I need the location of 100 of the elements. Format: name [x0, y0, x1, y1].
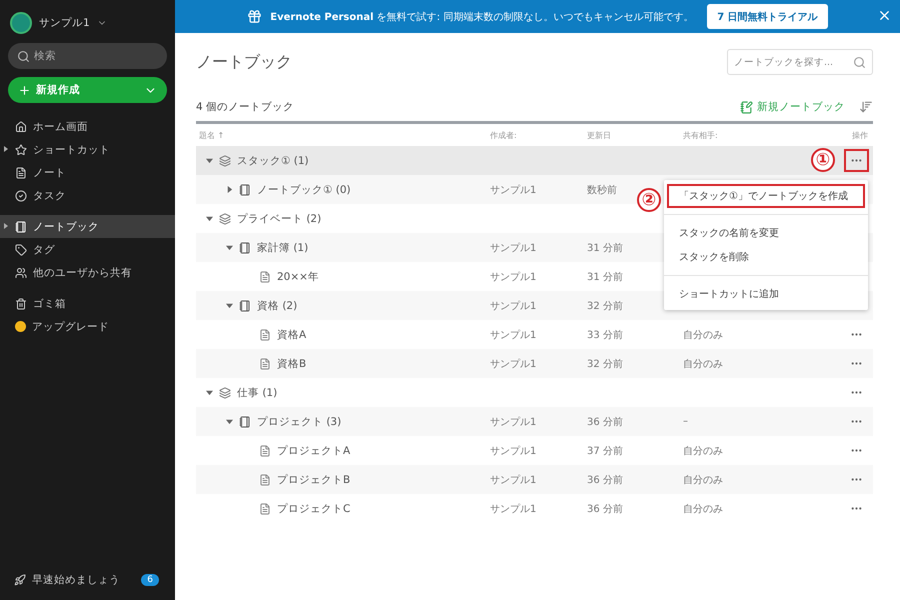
table-cell-text: 自分のみ [683, 358, 724, 370]
rocket-icon [14, 574, 26, 586]
note-icon [259, 474, 271, 486]
sidebar-item[interactable]: タグ [0, 238, 175, 261]
table-cell-text: サンプル1 [490, 474, 538, 486]
table-cell-text: 36 分前 [587, 416, 624, 428]
check-circle-icon [15, 190, 27, 202]
row-title: プロジェクト (3) [257, 414, 342, 428]
notebook-search-field[interactable]: ノートブックを探す... [727, 49, 873, 75]
row-title: 家計簿 (1) [257, 240, 308, 254]
table-cell-text: サンプル1 [490, 300, 538, 312]
trash-icon [15, 298, 27, 310]
caret-down-icon[interactable] [206, 157, 213, 164]
table-cell-text: サンプル1 [490, 416, 538, 428]
row-title: 資格A [277, 328, 306, 342]
row-title: プロジェクトA [277, 444, 350, 458]
table-cell-text: 31 分前 [587, 242, 624, 254]
stack-icon [219, 154, 231, 166]
caret-down-icon[interactable] [206, 215, 213, 222]
sidebar-item[interactable]: タスク [0, 184, 175, 207]
row-title: 資格 (2) [257, 298, 298, 312]
notebook-icon [239, 416, 251, 428]
note-icon [259, 502, 271, 514]
notebook-icon [239, 242, 251, 254]
table-row[interactable]: プロジェクトB サンプル1 36 分前 自分のみ [196, 465, 873, 494]
row-title: プロジェクトC [277, 502, 350, 516]
row-title: プライベート (2) [237, 212, 322, 226]
caret-down-icon[interactable] [226, 418, 233, 425]
table-cell-text: 自分のみ [683, 474, 724, 486]
tag-icon [15, 244, 27, 256]
table-cell-text: サンプル1 [490, 358, 538, 370]
plus-icon [18, 84, 31, 96]
note-icon [259, 444, 271, 456]
table-cell-text: サンプル1 [490, 444, 538, 458]
account-name[interactable]: サンプル1 [39, 16, 90, 30]
get-started-item[interactable]: 早速始めましょう 6 [8, 568, 167, 592]
note-icon [15, 166, 27, 178]
sort-icon [859, 100, 873, 114]
table-row[interactable]: 資格B サンプル1 32 分前 自分のみ [196, 349, 873, 378]
table-cell-text: サンプル1 [490, 270, 538, 284]
trial-button[interactable]: 7 日間無料トライアル [707, 4, 828, 29]
more-button[interactable] [844, 149, 869, 172]
search-icon [17, 50, 30, 62]
table-cell-text: 36 分前 [587, 502, 624, 516]
sidebar-item[interactable]: ホーム画面 [0, 115, 175, 138]
row-title: 資格B [277, 356, 306, 370]
notebook-count: 4 個のノートブック [196, 100, 294, 114]
coin-icon [15, 321, 26, 332]
row-title: プロジェクトB [277, 472, 350, 486]
notebook-icon [239, 184, 251, 196]
notebook-icon [239, 300, 251, 312]
account-avatar[interactable] [10, 12, 32, 34]
row-title: スタック① (1) [237, 154, 309, 168]
caret-right-icon[interactable] [4, 223, 8, 229]
table-cell-text: サンプル1 [490, 184, 538, 196]
table-cell-text: 36 分前 [587, 474, 624, 486]
sidebar-item[interactable]: ゴミ箱 [0, 292, 175, 315]
row-title: 20××年 [277, 270, 319, 284]
sidebar-item[interactable]: ショートカット [0, 138, 175, 161]
star-icon [15, 144, 27, 156]
notebook-icon [15, 220, 27, 232]
table-row[interactable]: プロジェクト (3) サンプル1 36 分前 – [196, 407, 873, 436]
close-icon [877, 8, 892, 23]
sidebar-item[interactable]: アップグレード [0, 315, 175, 338]
table-cell-text: – [683, 416, 689, 427]
notebook-pen-icon [740, 100, 753, 114]
note-icon [259, 328, 271, 340]
caret-right-icon[interactable] [4, 146, 8, 152]
table-cell-text: サンプル1 [490, 328, 538, 342]
table-cell-text: 自分のみ [683, 502, 724, 516]
banner-text: Evernote Personal を無料で試す: 同期端末数の制限なし。いつでもキャンセル可能です。 [270, 10, 694, 24]
gift-icon [247, 9, 262, 24]
search-icon [853, 56, 866, 68]
people-icon [15, 266, 27, 278]
row-title: 仕事 (1) [237, 386, 278, 400]
sort-button[interactable] [859, 100, 873, 114]
sidebar-item[interactable]: 他のユーザから共有 [0, 261, 175, 284]
table-cell-text: サンプル1 [490, 502, 538, 516]
table-cell-text: 自分のみ [683, 328, 724, 342]
caret-down-icon[interactable] [226, 302, 233, 309]
search-field[interactable]: 検索 [8, 43, 167, 69]
table-cell-text: サンプル1 [490, 242, 538, 254]
sidebar-item[interactable]: ノートブック [0, 215, 175, 238]
row-title: ノートブック① (0) [257, 182, 351, 196]
sidebar-item[interactable]: ノート [0, 161, 175, 184]
table-cell-text: 37 分前 [587, 444, 624, 458]
note-icon [259, 270, 271, 282]
stack-icon [219, 386, 231, 398]
table-cell-text: 32 分前 [587, 300, 624, 312]
home-icon [15, 120, 27, 132]
table-cell-text: 33 分前 [587, 328, 624, 342]
caret-right-icon[interactable] [226, 186, 233, 193]
caret-down-icon[interactable] [206, 389, 213, 396]
caret-down-icon[interactable] [226, 244, 233, 251]
close-button[interactable] [877, 8, 892, 23]
stack-icon [219, 212, 231, 224]
table-cell-text: 自分のみ [683, 444, 724, 458]
count-badge: 6 [141, 574, 159, 586]
table-cell-text: 数秒前 [587, 184, 618, 196]
note-icon [259, 358, 271, 370]
